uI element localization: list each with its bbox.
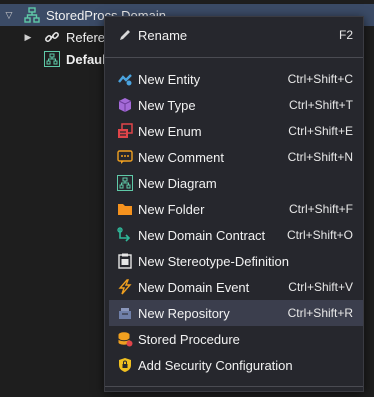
menu-item-shortcut: Ctrl+Shift+O — [286, 228, 353, 242]
menu-item-label: New Stereotype-Definition — [138, 253, 290, 269]
menu-item-label: Stored Procedure — [138, 331, 240, 347]
menu-item-new-enum[interactable]: New Enum Ctrl+Shift+E — [109, 118, 363, 144]
pencil-icon — [117, 27, 133, 43]
menu-item-new-comment[interactable]: New Comment Ctrl+Shift+N — [109, 144, 363, 170]
diagram-icon — [44, 51, 60, 67]
menu-item-shortcut: Ctrl+Shift+N — [287, 150, 353, 164]
menu-item-new-domain-event[interactable]: New Domain Event Ctrl+Shift+V — [109, 274, 363, 300]
context-menu: Rename F2 New Entity Ctrl+Shift+C New Ty… — [104, 16, 364, 392]
menu-item-new-stereotype-definition[interactable]: New Stereotype-Definition — [109, 248, 363, 274]
link-icon — [44, 29, 60, 45]
tree-row-default[interactable]: Default — [0, 48, 110, 70]
menu-item-label: New Diagram — [138, 175, 217, 191]
menu-item-new-repository[interactable]: New Repository Ctrl+Shift+R — [109, 300, 363, 326]
menu-item-shortcut: Ctrl+Shift+C — [287, 72, 353, 86]
menu-item-shortcut: Ctrl+Shift+F — [288, 202, 353, 216]
menu-item-label: Rename — [138, 27, 188, 43]
menu-item-rename[interactable]: Rename F2 — [109, 22, 363, 48]
menu-item-new-entity[interactable]: New Entity Ctrl+Shift+C — [109, 66, 363, 92]
enum-icon — [117, 123, 133, 139]
menu-item-shortcut: Ctrl+Shift+V — [288, 280, 353, 294]
lightning-icon — [117, 279, 133, 295]
menu-item-shortcut: Ctrl+Shift+E — [288, 124, 353, 138]
stereotype-icon — [117, 253, 133, 269]
comment-icon — [117, 149, 133, 165]
menu-item-new-folder[interactable]: New Folder Ctrl+Shift+F — [109, 196, 363, 222]
menu-item-shortcut: F2 — [338, 28, 353, 42]
menu-item-new-diagram[interactable]: New Diagram — [109, 170, 363, 196]
menu-item-label: Add Security Configuration — [138, 357, 293, 373]
contract-icon — [117, 227, 133, 243]
menu-separator — [105, 57, 363, 58]
menu-item-new-domain-contract[interactable]: New Domain Contract Ctrl+Shift+O — [109, 222, 363, 248]
chevron-down-icon[interactable]: ▽ — [2, 8, 16, 22]
database-icon — [117, 331, 133, 347]
menu-item-add-security-configuration[interactable]: Add Security Configuration — [109, 352, 363, 378]
menu-separator — [105, 386, 363, 387]
menu-item-shortcut: Ctrl+Shift+R — [287, 306, 353, 320]
menu-item-stored-procedure[interactable]: Stored Procedure — [109, 326, 363, 352]
shield-icon — [117, 357, 133, 373]
chevron-right-icon[interactable]: ▶ — [21, 30, 35, 44]
diagram-icon — [117, 175, 133, 191]
domain-icon — [24, 7, 40, 23]
folder-icon — [117, 201, 133, 217]
menu-item-new-type[interactable]: New Type Ctrl+Shift+T — [109, 92, 363, 118]
repository-icon — [117, 305, 133, 321]
entity-icon — [117, 71, 133, 87]
menu-item-shortcut: Ctrl+Shift+T — [288, 98, 353, 112]
type-cube-icon — [117, 97, 133, 113]
